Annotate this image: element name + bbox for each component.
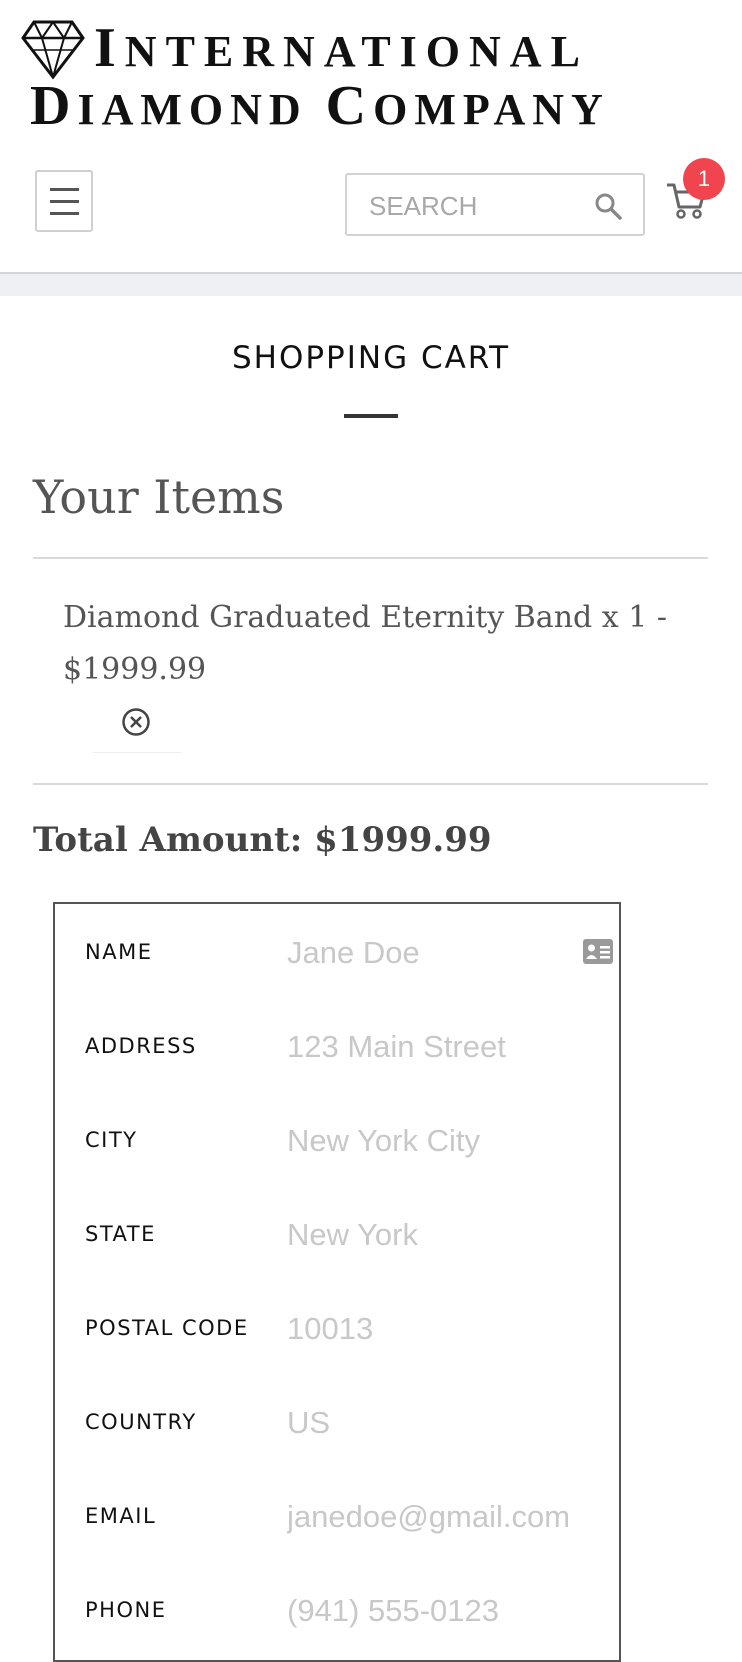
field-postal-code: POSTAL CODE [55,1298,619,1358]
remove-icon[interactable] [120,706,152,738]
city-field[interactable] [285,1116,599,1166]
brand-name-line1[interactable]: INTERNATIONAL [94,18,734,82]
address-field[interactable] [285,1022,599,1072]
divider [33,557,708,559]
field-state: STATE [55,1204,619,1264]
field-phone: PHONE [55,1580,619,1640]
cart-count-badge[interactable]: 1 [683,158,725,200]
menu-button[interactable] [35,170,93,232]
divider [33,783,708,785]
search-box[interactable] [345,173,645,236]
diamond-logo-icon[interactable] [20,18,86,80]
field-label: COUNTRY [85,1410,197,1434]
brand-text: OMPANY [373,85,610,134]
phone-field[interactable] [285,1586,599,1636]
menu-icon [50,188,79,191]
field-label: STATE [85,1222,156,1246]
title-underline [344,414,398,418]
field-label: PHONE [85,1598,167,1622]
site-header: INTERNATIONAL DIAMOND COMPANY [0,0,742,150]
header-divider [0,272,742,296]
field-city: CITY [55,1110,619,1170]
field-address: ADDRESS [55,1016,619,1076]
field-country: COUNTRY [55,1392,619,1452]
brand-initial: D [30,75,78,137]
country-field[interactable] [285,1398,599,1448]
cart-item: Diamond Graduated Eternity Band x 1 - $1… [63,600,667,687]
total-amount: Total Amount: $1999.99 [33,820,492,860]
brand-text: IAMOND [77,85,308,134]
remove-underline [93,752,181,753]
contact-card-icon [583,939,613,964]
items-heading: Your Items [33,470,285,524]
field-email: EMAIL [55,1486,619,1546]
checkout-form: NAME ADDRESS CITY STATE POSTAL CODE COUN… [53,902,621,1662]
brand-text: NTERNATIONAL [124,27,589,76]
field-label: NAME [85,940,153,964]
name-field[interactable] [285,928,599,978]
brand-initial: I [94,17,125,79]
page-title: SHOPPING CART [231,340,511,376]
field-name: NAME [55,922,619,982]
brand-initial: C [325,75,374,137]
search-icon[interactable] [593,191,623,221]
field-label: CITY [85,1128,138,1152]
search-input[interactable] [367,185,591,227]
postal-code-field[interactable] [285,1304,599,1354]
state-field[interactable] [285,1210,599,1260]
field-label: POSTAL CODE [85,1316,249,1340]
menu-icon [50,200,79,203]
menu-icon [50,212,79,215]
brand-name-line2[interactable]: DIAMOND COMPANY [30,76,740,140]
field-label: ADDRESS [85,1034,197,1058]
field-label: EMAIL [85,1504,157,1528]
email-field[interactable] [285,1492,599,1542]
